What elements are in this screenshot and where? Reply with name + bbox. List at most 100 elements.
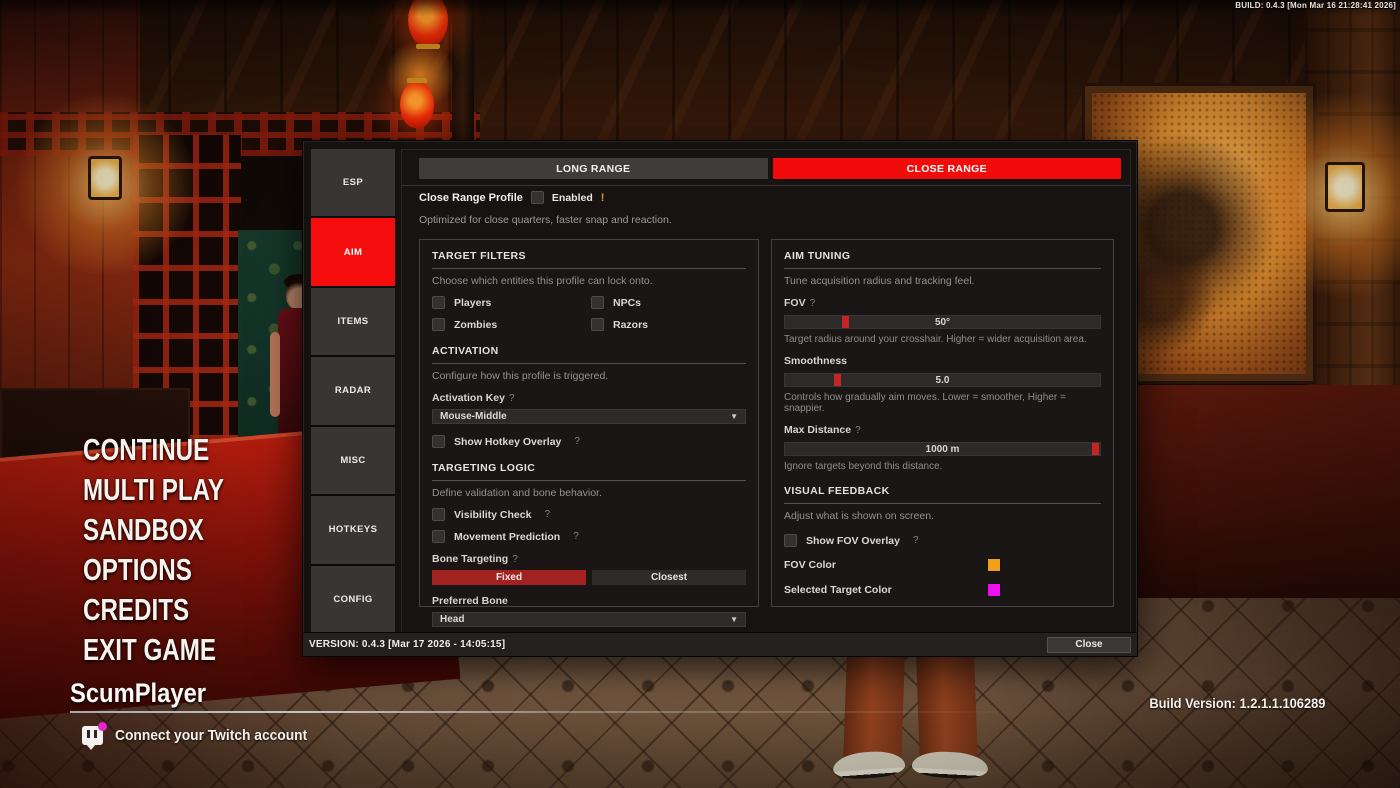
npcs-checkbox[interactable] xyxy=(591,296,604,309)
visibility-check-label: Visibility Check xyxy=(454,508,532,521)
player-name: ScumPlayer xyxy=(70,678,207,708)
fov-hint: Target radius around your crosshair. Hig… xyxy=(784,334,1087,345)
build-version: Build Version: 1.2.1.1.106289 xyxy=(1148,695,1325,711)
warning-icon: ! xyxy=(600,191,605,204)
character-leg xyxy=(843,651,905,768)
profile-enabled-checkbox[interactable] xyxy=(530,191,544,204)
visual-feedback-description: Adjust what is shown on screen. xyxy=(784,510,934,522)
screen: BUILD: 0.4.3 [Mon Mar 16 21:28:41 2026] … xyxy=(0,0,1400,788)
smoothness-slider[interactable]: 5.0 xyxy=(784,373,1101,387)
checkbox-row-fov-overlay: Show FOV Overlay ? xyxy=(784,534,1101,547)
section-title-targeting-logic: TARGETING LOGIC xyxy=(432,462,536,474)
activation-key-label: Activation Key xyxy=(432,392,505,404)
main-menu: CONTINUE MULTI PLAY SANDBOX OPTIONS CRED… xyxy=(83,430,264,670)
notification-dot xyxy=(98,722,107,731)
visibility-check-checkbox[interactable] xyxy=(432,508,445,521)
selected-target-color-swatch[interactable] xyxy=(987,583,1001,597)
profile-enabled-label: Enabled xyxy=(551,191,593,204)
sidebar-item-esp[interactable]: ESP xyxy=(311,149,395,217)
sidebar-item-aim[interactable]: AIM xyxy=(311,218,395,286)
menu-item-exit-game[interactable]: EXIT GAME xyxy=(83,630,224,670)
razors-checkbox[interactable] xyxy=(591,318,604,331)
sidebar-item-misc[interactable]: MISC xyxy=(311,426,395,495)
left-settings-box: TARGET FILTERS Choose which entities thi… xyxy=(419,239,759,627)
section-rule xyxy=(432,268,746,269)
preferred-bone-dropdown[interactable]: Head ▼ xyxy=(432,612,746,627)
help-icon: ? xyxy=(544,509,550,520)
bone-mode-fixed-button[interactable]: Fixed xyxy=(432,570,586,585)
fov-slider[interactable]: 50° xyxy=(784,315,1101,329)
menu-item-continue[interactable]: CONTINUE xyxy=(83,430,224,470)
show-fov-overlay-checkbox[interactable] xyxy=(784,534,797,547)
help-icon: ? xyxy=(512,553,518,565)
checkbox-row-zombies: Zombies xyxy=(432,318,587,331)
activation-key-dropdown[interactable]: Mouse-Middle ▼ xyxy=(432,409,746,424)
profile-description: Optimized for close quarters, faster sna… xyxy=(419,214,672,226)
menu-item-multi-play[interactable]: MULTI PLAY xyxy=(83,470,224,510)
movement-prediction-label: Movement Prediction xyxy=(454,530,561,543)
selected-target-color-label: Selected Target Color xyxy=(784,584,892,596)
help-icon: ? xyxy=(574,436,580,447)
activation-key-row: Activation Key ? xyxy=(432,392,746,404)
show-fov-overlay-label: Show FOV Overlay xyxy=(806,534,900,547)
cheat-sidebar: ESP AIM ITEMS RADAR MISC HOTKEYS CONFIG xyxy=(311,149,395,633)
fov-color-label: FOV Color xyxy=(784,559,836,571)
checkbox-row-visibility: Visibility Check ? xyxy=(432,508,746,521)
max-distance-value: 1000 m xyxy=(925,443,960,455)
close-button[interactable]: Close xyxy=(1047,636,1131,653)
zombies-checkbox[interactable] xyxy=(432,318,445,331)
smoothness-label: Smoothness xyxy=(784,355,848,367)
wall-lamp-right xyxy=(1240,90,1400,300)
section-title-target-filters: TARGET FILTERS xyxy=(432,250,526,262)
cheat-footer: VERSION: 0.4.3 [Mar 17 2026 - 14:05:15] … xyxy=(303,632,1137,656)
menu-item-sandbox[interactable]: SANDBOX xyxy=(83,510,224,550)
cheat-content: LONG RANGE CLOSE RANGE Close Range Profi… xyxy=(401,149,1131,633)
razors-label: Razors xyxy=(613,318,649,331)
sidebar-item-hotkeys[interactable]: HOTKEYS xyxy=(311,496,395,564)
tab-close-range[interactable]: CLOSE RANGE xyxy=(772,158,1121,179)
show-hotkey-overlay-label: Show Hotkey Overlay xyxy=(454,435,562,448)
tab-long-range[interactable]: LONG RANGE xyxy=(419,158,768,179)
fov-color-swatch[interactable] xyxy=(987,558,1001,572)
smoothness-slider-handle[interactable] xyxy=(833,374,841,386)
lantern-cap xyxy=(416,44,440,49)
aim-tuning-description: Tune acquisition radius and tracking fee… xyxy=(784,275,975,287)
zombies-label: Zombies xyxy=(454,318,498,331)
max-distance-label: Max Distance xyxy=(784,424,852,436)
right-settings-box: AIM TUNING Tune acquisition radius and t… xyxy=(771,239,1114,607)
max-distance-slider[interactable]: 1000 m xyxy=(784,442,1101,456)
show-hotkey-overlay-checkbox[interactable] xyxy=(432,435,445,448)
target-filter-grid: Players NPCs Zombies Razors xyxy=(432,287,746,331)
selected-target-color-row: Selected Target Color xyxy=(784,583,1101,597)
tabs-divider xyxy=(402,185,1130,186)
lamp-fixture xyxy=(1325,162,1365,212)
max-distance-hint: Ignore targets beyond this distance. xyxy=(784,461,943,472)
fov-slider-handle[interactable] xyxy=(841,316,849,328)
bone-mode-closest-button[interactable]: Closest xyxy=(592,570,746,585)
checkbox-row-prediction: Movement Prediction ? xyxy=(432,530,746,543)
twitch-connect[interactable]: Connect your Twitch account xyxy=(82,722,324,750)
sidebar-item-config[interactable]: CONFIG xyxy=(311,565,395,633)
range-tabs: LONG RANGE CLOSE RANGE xyxy=(419,158,1121,179)
profile-label: Close Range Profile xyxy=(419,191,523,204)
menu-separator-line xyxy=(70,711,1020,713)
players-label: Players xyxy=(454,296,492,309)
sidebar-item-radar[interactable]: RADAR xyxy=(311,357,395,425)
fov-label: FOV xyxy=(784,297,806,309)
target-filters-description: Choose which entities this profile can l… xyxy=(432,275,653,287)
help-icon: ? xyxy=(912,535,919,546)
npcs-label: NPCs xyxy=(613,296,642,309)
lantern-cap xyxy=(407,78,427,83)
players-checkbox[interactable] xyxy=(432,296,445,309)
menu-item-options[interactable]: OPTIONS xyxy=(83,550,224,590)
preferred-bone-value: Head xyxy=(440,614,465,625)
fov-value: 50° xyxy=(934,316,951,328)
smoothness-hint: Controls how gradually aim moves. Lower … xyxy=(784,392,1066,414)
max-distance-slider-handle[interactable] xyxy=(1092,443,1099,455)
footer-version: VERSION: 0.4.3 [Mar 17 2026 - 14:05:15] xyxy=(309,639,506,650)
movement-prediction-checkbox[interactable] xyxy=(432,530,445,543)
smoothness-value: 5.0 xyxy=(935,374,950,386)
menu-item-credits[interactable]: CREDITS xyxy=(83,590,224,630)
sidebar-item-items[interactable]: ITEMS xyxy=(311,287,395,356)
smoothness-row: Smoothness xyxy=(784,355,1101,367)
